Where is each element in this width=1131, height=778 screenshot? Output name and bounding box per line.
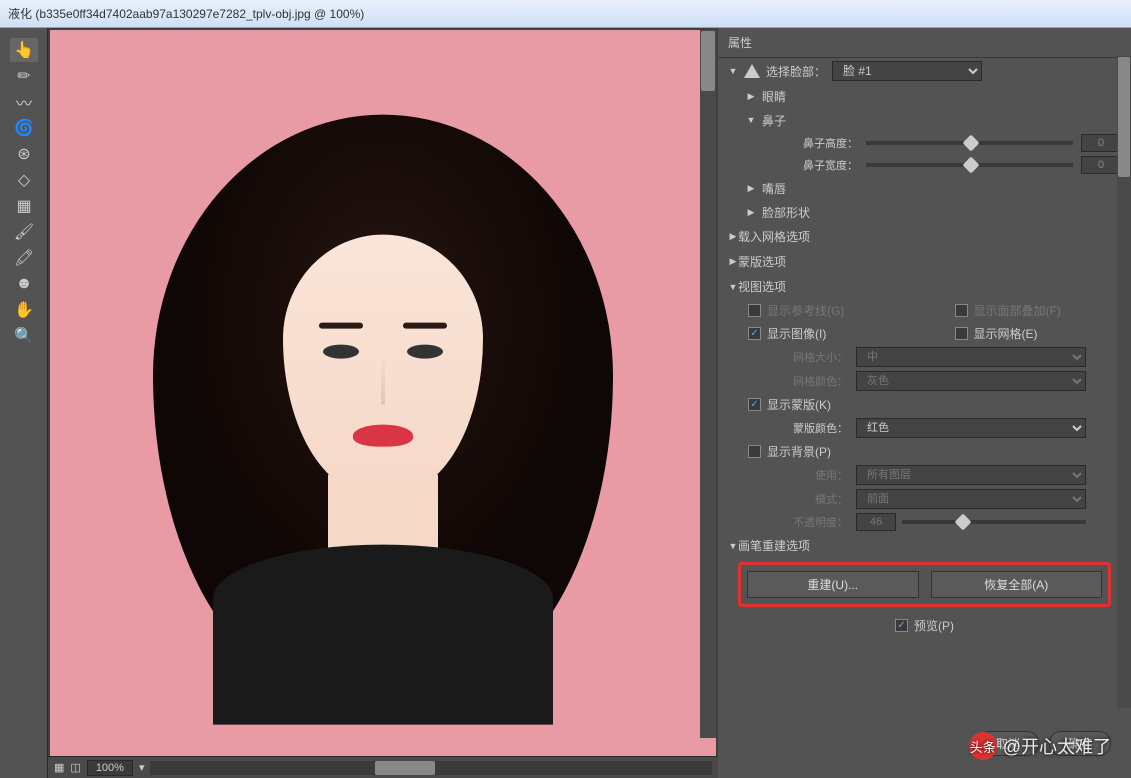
mask-color-dropdown[interactable]: 红色	[856, 418, 1086, 438]
use-label: 使用：	[788, 467, 848, 483]
toolbar: 👆 ✏ 〰 🌀 ⊛ ◇ ▦ 🖌 🖍 ☻ ✋ 🔍	[0, 28, 48, 778]
window-titlebar: 液化 (b335e0ff34d7402aab97a130297e7282_tpl…	[0, 0, 1131, 28]
mouth-section[interactable]: ▶嘴唇	[718, 176, 1131, 200]
vertical-scrollbar[interactable]	[700, 30, 716, 738]
eyes-section[interactable]: ▶眼睛	[718, 84, 1131, 108]
nose-width-value[interactable]	[1081, 156, 1121, 174]
horizontal-scrollbar[interactable]	[150, 761, 712, 775]
view-options-section[interactable]: ▼视图选项	[718, 274, 1131, 299]
show-mask-check[interactable]: 显示蒙版(K)	[718, 393, 1131, 416]
face-dropdown[interactable]: 脸 #1	[832, 61, 982, 81]
reset-button[interactable]	[988, 69, 1008, 73]
zoom-level[interactable]: 100%	[87, 760, 133, 776]
panel-scrollbar[interactable]	[1117, 56, 1131, 708]
face-shape-section[interactable]: ▶脸部形状	[718, 200, 1131, 224]
face-select-label: 选择脸部：	[766, 63, 826, 80]
nose-height-slider[interactable]	[866, 141, 1073, 145]
mesh-size-label: 网格大小：	[788, 349, 848, 365]
face-twisty[interactable]: ▼	[728, 66, 738, 76]
opacity-slider	[902, 520, 1086, 524]
zoom-tool[interactable]: 🔍	[10, 324, 38, 348]
canvas-area: ▦ ◫ 100% ▾	[48, 28, 718, 778]
mode-label: 模式：	[788, 491, 848, 507]
nose-height-value[interactable]	[1081, 134, 1121, 152]
mesh-size-dropdown: 中	[856, 347, 1086, 367]
bloat-tool[interactable]: ◇	[10, 168, 38, 192]
pucker-tool[interactable]: ⊛	[10, 142, 38, 166]
face-tool[interactable]: ☻	[10, 272, 38, 296]
fit-icon[interactable]: ◫	[70, 761, 80, 774]
nose-section[interactable]: ▼鼻子	[718, 108, 1131, 132]
show-face-overlay-check: 显示面部叠加(F)	[925, 299, 1131, 322]
load-mesh-section[interactable]: ▶载入网格选项	[718, 224, 1131, 249]
restore-all-button[interactable]: 恢复全部(A)	[931, 571, 1103, 598]
all-button[interactable]	[1014, 69, 1034, 73]
watermark: 头条 @开心太难了	[969, 732, 1111, 760]
smooth-tool[interactable]: 〰	[10, 90, 38, 114]
canvas-statusbar: ▦ ◫ 100% ▾	[48, 756, 718, 778]
nose-height-label: 鼻子高度：	[798, 135, 858, 151]
portrait-image	[153, 115, 613, 695]
reconstruct-tool[interactable]: ✏	[10, 64, 38, 88]
thaw-mask-tool[interactable]: 🖍	[10, 246, 38, 270]
use-dropdown: 所有图层	[856, 465, 1086, 485]
properties-panel: 属性 ▼ 选择脸部： 脸 #1 ▶眼睛 ▼鼻子 鼻子高度： 鼻子宽度： ▶嘴唇 …	[718, 28, 1131, 778]
zoom-dropdown-icon[interactable]: ▾	[139, 761, 145, 774]
window-title: 液化 (b335e0ff34d7402aab97a130297e7282_tpl…	[8, 5, 364, 22]
show-guides-check: 显示参考线(G)	[718, 299, 925, 322]
warning-icon	[744, 64, 760, 78]
nose-width-row: 鼻子宽度：	[718, 154, 1131, 176]
nose-width-slider[interactable]	[866, 163, 1073, 167]
face-select-row: ▼ 选择脸部： 脸 #1	[718, 58, 1131, 84]
opacity-value	[856, 513, 896, 531]
nose-height-row: 鼻子高度：	[718, 132, 1131, 154]
freeze-mask-tool[interactable]: 🖌	[10, 220, 38, 244]
grid-icon[interactable]: ▦	[54, 761, 64, 774]
nose-width-label: 鼻子宽度：	[798, 157, 858, 173]
opacity-label: 不透明度：	[788, 514, 848, 530]
forward-warp-tool[interactable]: 👆	[10, 38, 38, 62]
twirl-tool[interactable]: 🌀	[10, 116, 38, 140]
main-container: 👆 ✏ 〰 🌀 ⊛ ◇ ▦ 🖌 🖍 ☻ ✋ 🔍	[0, 28, 1131, 778]
mask-color-label: 蒙版颜色：	[788, 420, 848, 436]
highlight-annotation: 重建(U)... 恢复全部(A)	[738, 562, 1111, 607]
mesh-color-dropdown: 灰色	[856, 371, 1086, 391]
mask-options-section[interactable]: ▶蒙版选项	[718, 249, 1131, 274]
show-image-check[interactable]: 显示图像(I)	[718, 322, 925, 345]
panel-title: 属性	[718, 28, 1131, 58]
show-bg-check[interactable]: 显示背景(P)	[718, 440, 1131, 463]
watermark-badge: 头条	[969, 732, 997, 760]
preview-check[interactable]: 预览(P)	[718, 611, 1131, 640]
brush-rebuild-section[interactable]: ▼画笔重建选项	[718, 533, 1131, 558]
watermark-text: @开心太难了	[1003, 733, 1111, 759]
hand-tool[interactable]: ✋	[10, 298, 38, 322]
image-canvas[interactable]	[50, 30, 716, 756]
mesh-color-label: 网格颜色：	[788, 373, 848, 389]
push-left-tool[interactable]: ▦	[10, 194, 38, 218]
mode-dropdown: 前面	[856, 489, 1086, 509]
show-mesh-check[interactable]: 显示网格(E)	[925, 322, 1131, 345]
rebuild-button[interactable]: 重建(U)...	[747, 571, 919, 598]
